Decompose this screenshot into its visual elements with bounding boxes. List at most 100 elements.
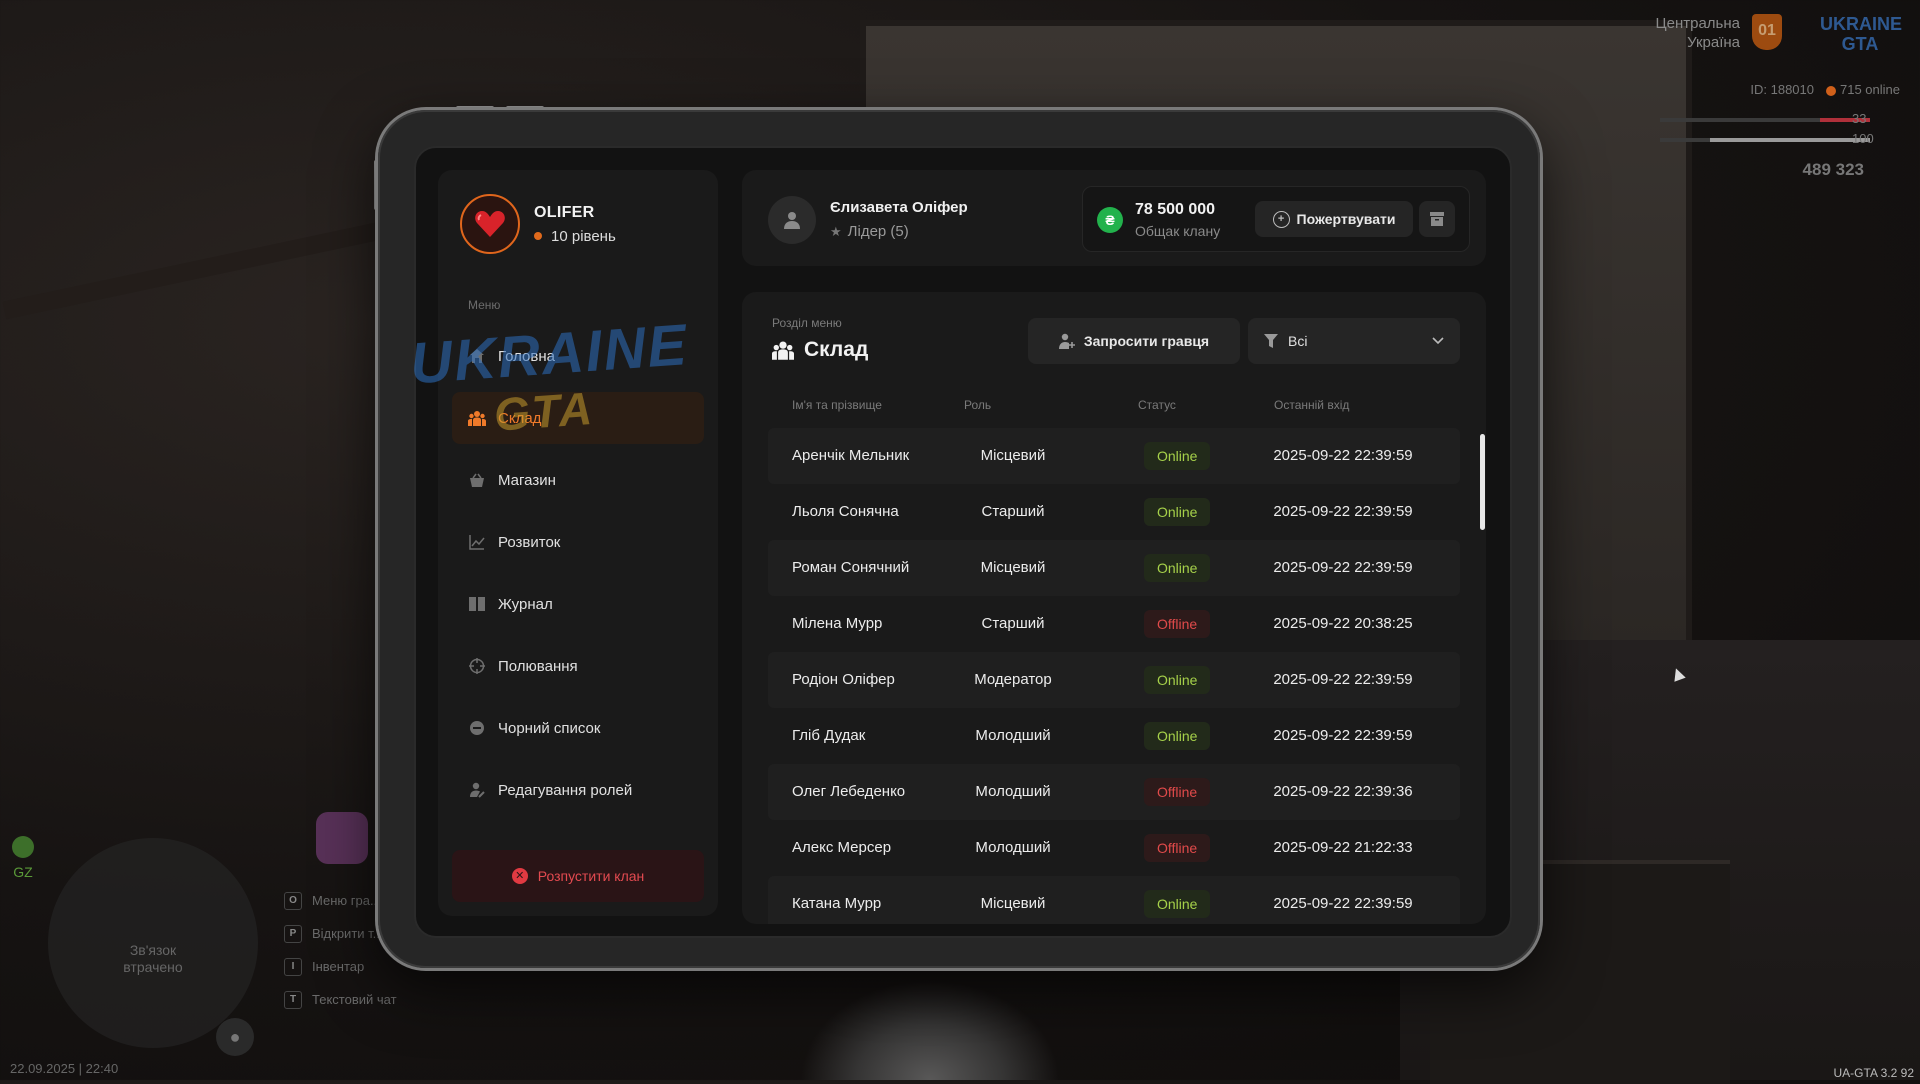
member-name: Родіон Оліфер <box>792 671 895 688</box>
menu-caption: Меню <box>468 298 501 312</box>
hud-region-label: Центральна Україна <box>1656 14 1740 52</box>
user-icon <box>784 212 800 229</box>
keybind-item: I Інвентар <box>284 950 397 983</box>
filter-value: Всі <box>1288 333 1308 349</box>
member-last-login: 2025-09-22 22:39:59 <box>1273 559 1413 576</box>
microphone-icon: ● <box>216 1018 254 1056</box>
key-cap: T <box>284 990 302 1009</box>
crosshair-icon <box>468 657 486 675</box>
hud-radar: Зв'язок втрачено <box>48 838 258 1048</box>
sidebar-item-development[interactable]: Розвиток <box>452 516 704 568</box>
member-last-login: 2025-09-22 22:39:59 <box>1273 727 1413 744</box>
member-name: Гліб Дудак <box>792 727 866 744</box>
dissolve-clan-button[interactable]: ✕ Розпустити клан <box>452 850 704 902</box>
table-row[interactable]: Гліб Дудак Молодший Online 2025-09-22 22… <box>768 708 1460 764</box>
health-value: 33 <box>1852 111 1867 126</box>
sidebar-item-role-edit[interactable]: Редагування ролей <box>452 764 704 816</box>
leader-header: Єлизавета Оліфер ★ Лідер (5) ₴ 78 500 00… <box>742 170 1486 266</box>
table-row[interactable]: Олег Лебеденко Молодший Offline 2025-09-… <box>768 764 1460 820</box>
keybind-item: T Текстовий чат <box>284 983 397 1016</box>
members-panel: Розділ меню Склад Запросити гравця Всі І… <box>742 292 1486 924</box>
member-name: Олег Лебеденко <box>792 783 906 800</box>
dissolve-clan-label: Розпустити клан <box>537 868 645 884</box>
member-name: Катана Мурр <box>792 895 882 912</box>
heart-icon <box>475 211 505 237</box>
greenzone-icon <box>12 836 34 858</box>
member-role: Старший <box>981 503 1045 520</box>
sidebar-menu: Головна Склад Магазин Розвиток Журнал По… <box>452 330 704 826</box>
profile-level: 10 рівень <box>534 228 616 245</box>
status-badge: Offline <box>1144 834 1211 862</box>
col-header-name: Ім'я та прізвище <box>792 398 882 412</box>
member-last-login: 2025-09-22 20:38:25 <box>1273 615 1413 632</box>
sidebar-item-members[interactable]: Склад <box>452 392 704 444</box>
background-plant <box>800 980 1060 1080</box>
plus-circle-icon: + <box>1272 210 1290 228</box>
status-filter-select[interactable]: Всі <box>1248 318 1460 364</box>
close-circle-icon: ✕ <box>511 868 528 884</box>
sidebar-item-journal[interactable]: Журнал <box>452 578 704 630</box>
leader-role: ★ Лідер (5) <box>830 223 909 240</box>
star-icon: ★ <box>830 223 842 239</box>
leader-avatar <box>768 196 816 244</box>
sidebar-item-hunting[interactable]: Полювання <box>452 640 704 692</box>
home-icon <box>468 347 486 365</box>
key-cap: P <box>284 924 302 943</box>
invite-player-button[interactable]: Запросити гравця <box>1028 318 1240 364</box>
hud-character-icon <box>316 812 368 864</box>
sidebar-item-shop[interactable]: Магазин <box>452 454 704 506</box>
status-badge: Offline <box>1144 778 1211 806</box>
filter-icon <box>1264 334 1278 348</box>
member-role: Молодший <box>975 839 1051 856</box>
keybind-label: Меню гра... <box>312 893 381 908</box>
armor-bar-fill <box>1710 138 1870 142</box>
minus-circle-icon <box>468 719 486 737</box>
table-header: Ім'я та прізвище Роль Статус Останній вх… <box>742 398 1486 418</box>
sidebar-item-blacklist[interactable]: Чорний список <box>452 702 704 754</box>
status-badge: Online <box>1144 890 1211 918</box>
armor-value: 100 <box>1852 131 1874 146</box>
key-cap: O <box>284 891 302 910</box>
profile-avatar <box>460 194 520 254</box>
keybind-label: Текстовий чат <box>312 992 397 1007</box>
leader-role-text: Лідер (5) <box>847 223 909 240</box>
table-scrollbar[interactable] <box>1480 434 1485 530</box>
bank-label: Общак клану <box>1135 223 1221 239</box>
online-dot-icon <box>1826 85 1836 96</box>
table-row[interactable]: Катана Мурр Місцевий Online 2025-09-22 2… <box>768 876 1460 924</box>
members-icon <box>772 340 794 360</box>
table-row[interactable]: Алекс Мерсер Молодший Offline 2025-09-22… <box>768 820 1460 876</box>
shop-basket-icon <box>468 471 486 489</box>
donate-button[interactable]: + Пожертвувати <box>1255 201 1413 237</box>
hud-player-id: ID: 188010 <box>1750 82 1814 97</box>
version-label: UA-GTA 3.2 <box>1833 1066 1898 1080</box>
table-row[interactable]: Родіон Оліфер Модератор Online 2025-09-2… <box>768 652 1460 708</box>
sidebar-item-label: Чорний список <box>498 719 601 737</box>
table-row[interactable]: Аренчік Мельник Місцевий Online 2025-09-… <box>768 428 1460 484</box>
section-caption: Розділ меню <box>772 316 842 330</box>
member-last-login: 2025-09-22 21:22:33 <box>1273 839 1413 856</box>
chevron-down-icon <box>1432 337 1444 345</box>
col-header-last-login: Останній вхід <box>1274 398 1350 412</box>
table-row[interactable]: Роман Сонячний Місцевий Online 2025-09-2… <box>768 540 1460 596</box>
members-icon <box>468 409 486 427</box>
table-row[interactable]: Мілена Мурр Старший Offline 2025-09-22 2… <box>768 596 1460 652</box>
member-last-login: 2025-09-22 22:39:59 <box>1273 503 1413 520</box>
hud-logo-line2: GTA <box>1841 34 1879 54</box>
sidebar-item-home[interactable]: Головна <box>452 330 704 382</box>
fps-label: 92 <box>1900 1066 1914 1080</box>
member-last-login: 2025-09-22 22:39:59 <box>1273 671 1413 688</box>
status-badge: Online <box>1144 666 1211 694</box>
member-name: Алекс Мерсер <box>792 839 892 856</box>
member-role: Молодший <box>975 783 1051 800</box>
keybind-label: Інвентар <box>312 959 365 974</box>
table-row[interactable]: Льоля Сонячна Старший Online 2025-09-22 … <box>768 484 1460 540</box>
chart-icon <box>468 533 486 551</box>
member-last-login: 2025-09-22 22:39:59 <box>1273 895 1413 912</box>
member-role: Місцевий <box>980 559 1046 576</box>
health-bar: 33 <box>1660 111 1870 126</box>
sidebar-item-label: Головна <box>498 347 555 365</box>
invite-player-label: Запросити гравця <box>1083 333 1210 349</box>
status-badge: Online <box>1144 554 1211 582</box>
bank-history-button[interactable] <box>1419 201 1455 237</box>
